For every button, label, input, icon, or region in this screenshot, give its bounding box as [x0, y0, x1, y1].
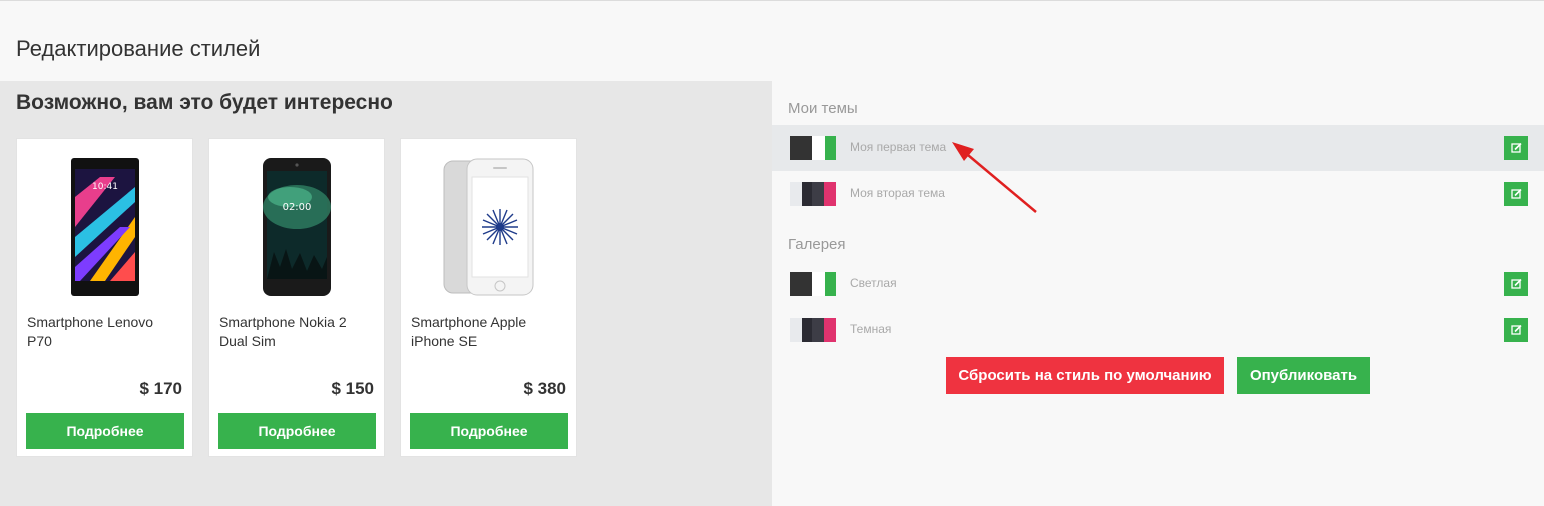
product-price: $ 380 — [523, 379, 566, 398]
product-name: Smartphone Apple iPhone SE — [411, 314, 527, 349]
section-heading: Возможно, вам это будет интересно — [16, 91, 393, 114]
theme-row-my-first[interactable]: Моя первая тема — [772, 125, 1544, 171]
theme-swatch — [788, 270, 840, 298]
product-price: $ 150 — [331, 379, 374, 398]
details-button[interactable]: Подробнее — [218, 413, 376, 449]
theme-swatch — [788, 134, 840, 162]
product-list: 10:41 Smartphone Lenovo P70 $ 170 Подроб… — [16, 138, 592, 457]
annotation-arrow-icon — [952, 142, 1037, 213]
gallery-label: Галерея — [788, 236, 846, 253]
theme-name: Светлая — [850, 276, 897, 290]
phone-lenovo-image: 10:41 — [17, 157, 192, 299]
publish-button[interactable]: Опубликовать — [1237, 357, 1370, 394]
product-card: 02:00 Smartphone Nokia 2 Dual Sim $ 150 … — [208, 138, 385, 457]
theme-name: Моя вторая тема — [850, 186, 945, 200]
theme-swatch — [788, 180, 840, 208]
details-button[interactable]: Подробнее — [26, 413, 184, 449]
svg-text:02:00: 02:00 — [282, 202, 311, 213]
theme-row-dark[interactable]: Темная — [772, 307, 1544, 353]
edit-icon — [1510, 142, 1522, 153]
theme-swatch — [788, 316, 840, 344]
details-button[interactable]: Подробнее — [410, 413, 568, 449]
theme-row-my-second[interactable]: Моя вторая тема — [772, 171, 1544, 217]
edit-theme-button[interactable] — [1504, 272, 1528, 296]
edit-theme-button[interactable] — [1504, 318, 1528, 342]
svg-text:10:41: 10:41 — [92, 182, 118, 192]
product-price: $ 170 — [139, 379, 182, 398]
themes-panel: Мои темы Моя первая тема Моя вторая тема… — [772, 81, 1544, 506]
edit-theme-button[interactable] — [1504, 136, 1528, 160]
product-card: Smartphone Apple iPhone SE $ 380 Подробн… — [400, 138, 577, 457]
top-divider — [0, 0, 1544, 1]
my-themes-label: Мои темы — [788, 100, 858, 117]
edit-icon — [1510, 278, 1522, 289]
edit-icon — [1510, 324, 1522, 335]
product-name: Smartphone Nokia 2 Dual Sim — [219, 314, 347, 349]
theme-name: Темная — [850, 322, 892, 336]
phone-nokia-image: 02:00 — [209, 157, 384, 299]
phone-iphone-image — [401, 157, 576, 299]
preview-panel: Возможно, вам это будет интересно 10:41 … — [0, 81, 772, 506]
product-name: Smartphone Lenovo P70 — [27, 314, 154, 349]
edit-icon — [1510, 188, 1522, 199]
theme-name: Моя первая тема — [850, 140, 947, 154]
edit-theme-button[interactable] — [1504, 182, 1528, 206]
product-card: 10:41 Smartphone Lenovo P70 $ 170 Подроб… — [16, 138, 193, 457]
page-title: Редактирование стилей — [16, 36, 261, 61]
theme-row-light[interactable]: Светлая — [772, 261, 1544, 307]
reset-style-button[interactable]: Сбросить на стиль по умолчанию — [946, 357, 1224, 394]
